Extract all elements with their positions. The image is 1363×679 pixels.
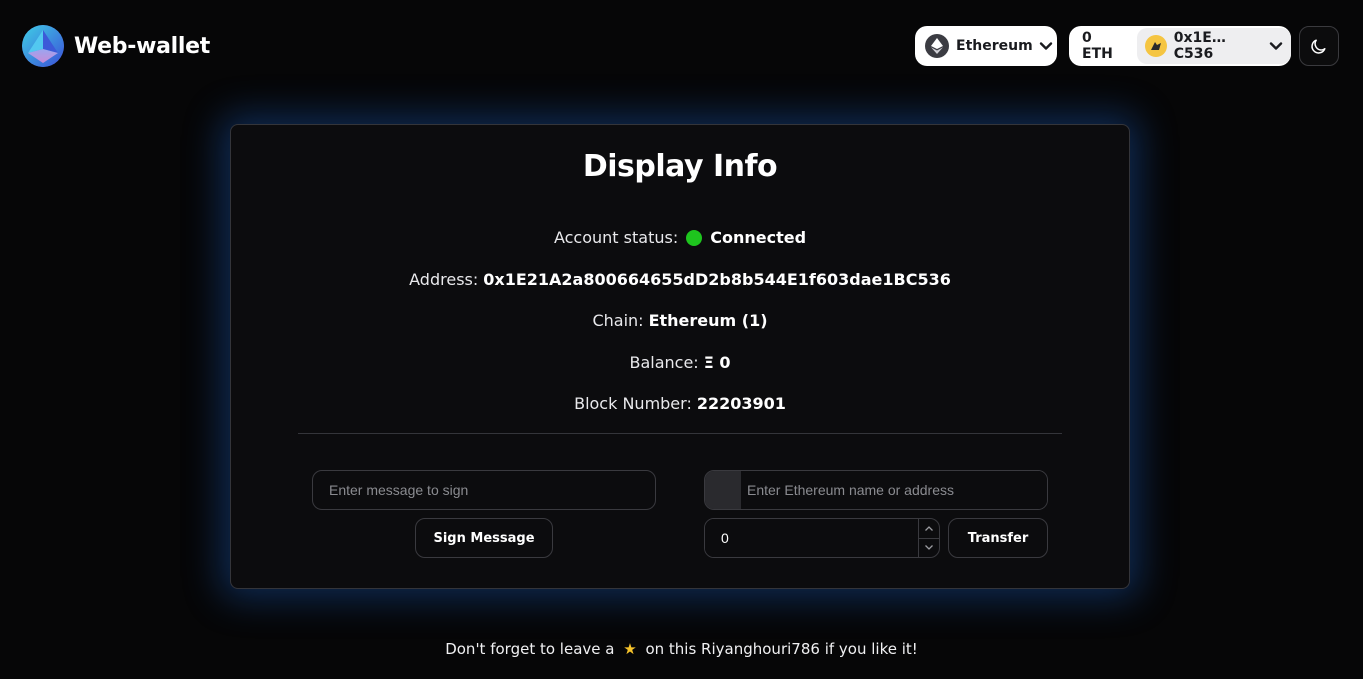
transfer-button[interactable]: Transfer	[948, 518, 1048, 558]
repo-link[interactable]: on this Riyanghouri786	[645, 640, 819, 658]
divider	[298, 433, 1062, 434]
theme-toggle-button[interactable]	[1299, 26, 1339, 66]
star-icon: ★	[623, 640, 637, 658]
footer-text-before: Don't forget to leave a	[445, 640, 615, 658]
brand[interactable]: Web-wallet	[22, 24, 210, 68]
status-label: Account status:	[553, 228, 679, 247]
decrement-button[interactable]	[919, 537, 939, 558]
balance-value: Ξ 0	[703, 353, 731, 372]
card-title: Display Info	[582, 149, 778, 184]
account-short-address: 0x1E…C536	[1173, 30, 1226, 62]
sign-message-input[interactable]	[312, 470, 656, 510]
amount-stepper[interactable]	[918, 519, 939, 557]
amount-input[interactable]	[705, 519, 918, 557]
account-button[interactable]: 0 ETH 0x1E…C536	[1069, 26, 1291, 66]
address-row: Address: 0x1E21A2a800664655dD2b8b544E1f6…	[231, 270, 1129, 289]
amount-field[interactable]	[704, 518, 940, 558]
balance-row: Balance: Ξ 0	[231, 353, 1129, 372]
network-selector-button[interactable]: Ethereum	[915, 26, 1057, 66]
brand-name: Web-wallet	[74, 33, 210, 59]
balance-label: Balance:	[629, 353, 699, 372]
footer-text-after: if you like it!	[824, 640, 918, 658]
account-address-chip[interactable]: 0x1E…C536	[1137, 28, 1291, 64]
address-label: Address:	[409, 270, 479, 289]
address-value: 0x1E21A2a800664655dD2b8b544E1f603dae1BC5…	[483, 270, 951, 289]
status-badge: Connected	[710, 228, 807, 247]
footer: Don't forget to leave a ★ on this Riyang…	[0, 640, 1363, 658]
recipient-field[interactable]	[704, 470, 1048, 510]
account-status-row: Account status: Connected	[231, 228, 1129, 247]
ethereum-icon	[925, 34, 949, 58]
chevron-down-icon	[1039, 41, 1053, 51]
account-balance: 0 ETH	[1082, 30, 1113, 62]
chain-label: Chain:	[592, 311, 644, 330]
block-number-row: Block Number: 22203901	[231, 394, 1129, 413]
recipient-avatar-placeholder	[705, 471, 741, 509]
chain-value: Ethereum (1)	[648, 311, 768, 330]
moon-icon	[1311, 39, 1326, 54]
web-wallet-logo-icon	[22, 25, 64, 67]
sign-message-button[interactable]: Sign Message	[415, 518, 553, 558]
chevron-down-icon	[925, 545, 933, 551]
display-info-card: Display Info Account status: Connected A…	[230, 124, 1130, 589]
header: Web-wallet Ethereum 0 ETH 0x1E…C536	[0, 0, 1363, 92]
chain-row: Chain: Ethereum (1)	[231, 311, 1129, 330]
recipient-address-input[interactable]	[741, 471, 1047, 509]
network-label: Ethereum	[956, 38, 1033, 54]
avatar	[1145, 35, 1167, 57]
increment-button[interactable]	[919, 519, 939, 538]
block-number-value: 22203901	[696, 394, 786, 413]
block-number-label: Block Number:	[574, 394, 692, 413]
chevron-up-icon	[925, 525, 933, 531]
status-dot-icon	[686, 229, 703, 246]
chevron-down-icon	[1269, 41, 1283, 51]
